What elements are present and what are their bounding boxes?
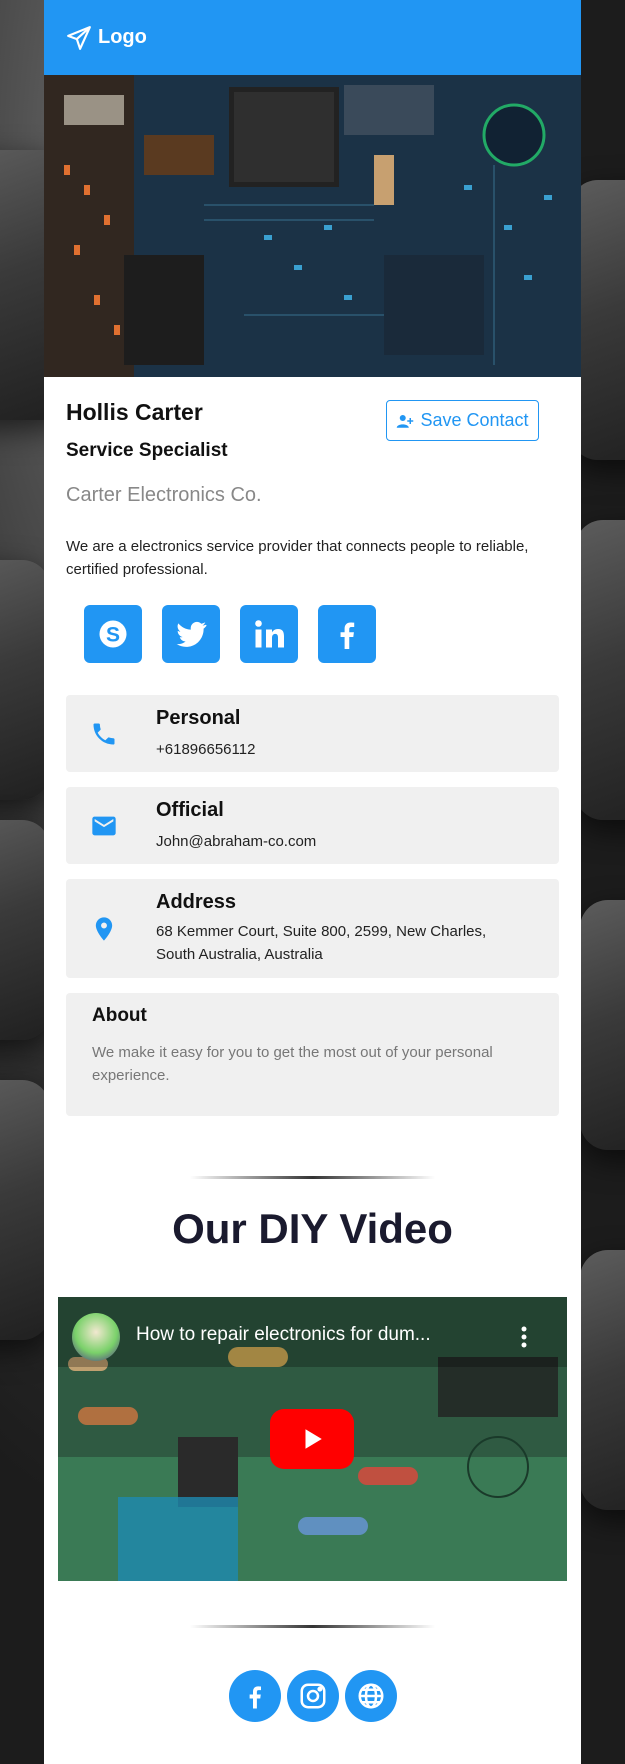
location-pin-icon xyxy=(95,916,113,941)
more-options-icon[interactable] xyxy=(521,1325,527,1349)
address-box[interactable]: Address 68 Kemmer Court, Suite 800, 2599… xyxy=(66,879,559,978)
footer-instagram-link[interactable] xyxy=(286,1670,339,1722)
linkedin-icon xyxy=(255,620,284,648)
profile-section: Hollis Carter Service Specialist Carter … xyxy=(44,377,581,663)
facebook-link[interactable] xyxy=(318,605,376,663)
play-button[interactable] xyxy=(270,1409,354,1469)
about-title: About xyxy=(92,1005,147,1026)
about-box: About We make it easy for you to get the… xyxy=(66,993,559,1116)
logo-text[interactable]: Logo xyxy=(98,26,147,49)
facebook-icon xyxy=(340,622,355,649)
about-text: We make it easy for you to get the most … xyxy=(92,1044,493,1084)
address-value[interactable]: 68 Kemmer Court, Suite 800, 2599, New Ch… xyxy=(156,920,519,966)
play-icon xyxy=(305,1429,322,1449)
add-user-icon xyxy=(397,414,414,428)
job-title: Service Specialist xyxy=(66,440,228,461)
bio-text: We are a electronics service provider th… xyxy=(66,538,529,578)
globe-icon xyxy=(358,1683,383,1709)
vcard: Logo Hollis Carter Service Specialist Ca… xyxy=(44,0,581,1764)
official-email-box[interactable]: Official John@abraham-co.com xyxy=(66,787,559,864)
social-links: S xyxy=(66,605,559,663)
phone-icon xyxy=(93,723,115,744)
video-section-heading: Our DIY Video xyxy=(172,1205,453,1252)
save-contact-label: Save Contact xyxy=(420,410,529,430)
facebook-icon xyxy=(249,1686,261,1709)
company-name: Carter Electronics Co. xyxy=(66,484,262,506)
footer-social-links xyxy=(44,1670,581,1722)
skype-link[interactable]: S xyxy=(84,605,142,663)
email-icon xyxy=(92,816,116,835)
paper-plane-icon xyxy=(67,25,91,50)
top-bar: Logo xyxy=(44,0,581,75)
twitter-link[interactable] xyxy=(162,605,220,663)
official-title: Official xyxy=(156,798,224,821)
footer-website-link[interactable] xyxy=(344,1670,397,1722)
address-title: Address xyxy=(156,891,237,913)
hero-circuit-image xyxy=(44,75,581,377)
channel-avatar[interactable] xyxy=(72,1313,120,1361)
svg-text:S: S xyxy=(106,624,120,647)
footer-facebook-link[interactable] xyxy=(228,1670,281,1722)
video-title[interactable]: How to repair electronics for dum... xyxy=(136,1324,431,1346)
personal-phone[interactable]: +61896656112 xyxy=(156,738,255,761)
official-email[interactable]: John@abraham-co.com xyxy=(156,830,316,853)
twitter-icon xyxy=(176,621,207,647)
personal-title: Personal xyxy=(156,706,241,729)
skype-icon: S xyxy=(99,620,127,648)
save-contact-button[interactable]: Save Contact xyxy=(386,400,539,441)
personal-phone-box[interactable]: Personal +61896656112 xyxy=(66,695,559,772)
instagram-icon xyxy=(300,1683,325,1709)
youtube-video-embed[interactable]: How to repair electronics for dum... xyxy=(58,1297,567,1581)
linkedin-link[interactable] xyxy=(240,605,298,663)
